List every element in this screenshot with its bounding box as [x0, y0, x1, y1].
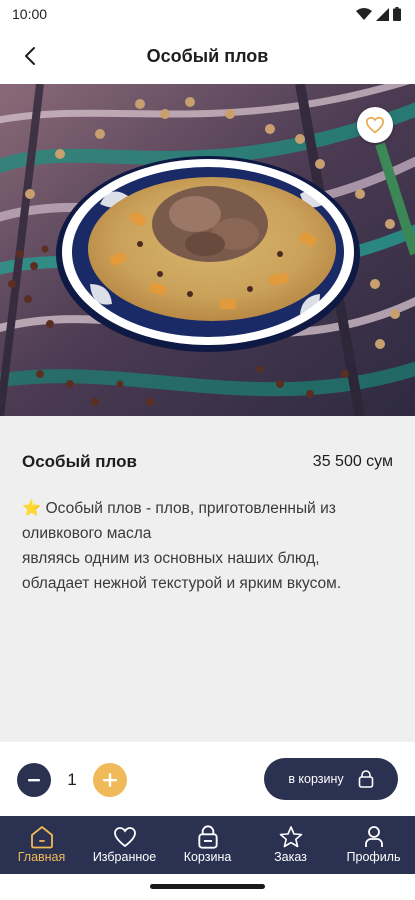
nav-item-home[interactable]: Главная	[0, 816, 83, 874]
star-icon	[279, 826, 302, 848]
product-price: 35 500 сум	[312, 453, 393, 470]
favorite-button[interactable]	[357, 107, 393, 143]
nav-label: Главная	[17, 850, 66, 864]
bottom-navigation: Главная Избранное Корзина Заказ Профиль	[0, 816, 415, 874]
description-line: обладает нежной текстурой и ярким вкусом…	[22, 575, 342, 592]
increase-quantity-button[interactable]	[93, 763, 127, 797]
add-to-cart-button[interactable]: в корзину	[264, 758, 398, 800]
description-line: оливкового масла	[22, 525, 152, 542]
description-line: ⭐ Особый плов - плов, приготовленный из	[22, 500, 336, 517]
plus-icon	[103, 773, 117, 787]
wifi-icon	[356, 7, 372, 20]
nav-item-order[interactable]: Заказ	[249, 816, 332, 874]
add-to-cart-label: в корзину	[288, 772, 344, 786]
minus-icon	[28, 779, 40, 782]
nav-label: Заказ	[274, 850, 307, 864]
home-gesture-pill[interactable]	[150, 884, 265, 889]
nav-item-cart[interactable]: Корзина	[166, 816, 249, 874]
status-time: 10:00	[12, 6, 48, 22]
status-bar: 10:00	[0, 0, 415, 28]
product-details: Особый плов 35 500 сум ⭐ Особый плов - п…	[0, 416, 415, 742]
user-icon	[364, 826, 383, 847]
page-title: Особый плов	[146, 45, 269, 66]
heart-icon	[365, 116, 385, 134]
plov-illustration	[0, 84, 415, 416]
nav-item-favorites[interactable]: Избранное	[83, 816, 166, 874]
home-icon	[30, 826, 53, 849]
action-bar: 1 в корзину	[0, 742, 415, 816]
chevron-left-icon	[25, 47, 35, 65]
battery-icon	[393, 7, 401, 21]
product-image	[0, 84, 415, 416]
nav-label: Корзина	[183, 850, 232, 864]
status-icons	[356, 7, 401, 21]
app-header: Особый плов	[0, 28, 415, 84]
basket-icon	[197, 825, 218, 849]
product-name: Особый плов	[22, 452, 137, 471]
decrease-quantity-button[interactable]	[17, 763, 51, 797]
signal-icon	[376, 7, 389, 21]
heart-icon	[113, 827, 136, 848]
system-navigation-bar	[0, 874, 415, 900]
basket-icon	[358, 770, 373, 788]
nav-item-profile[interactable]: Профиль	[332, 816, 415, 874]
description-line: являясь одним из основных наших блюд,	[22, 550, 320, 567]
quantity-value: 1	[67, 770, 77, 789]
nav-label: Избранное	[92, 850, 157, 864]
back-button[interactable]	[14, 40, 46, 72]
product-description: ⭐ Особый плов - плов, приготовленный из …	[22, 496, 394, 596]
nav-label: Профиль	[346, 850, 401, 864]
